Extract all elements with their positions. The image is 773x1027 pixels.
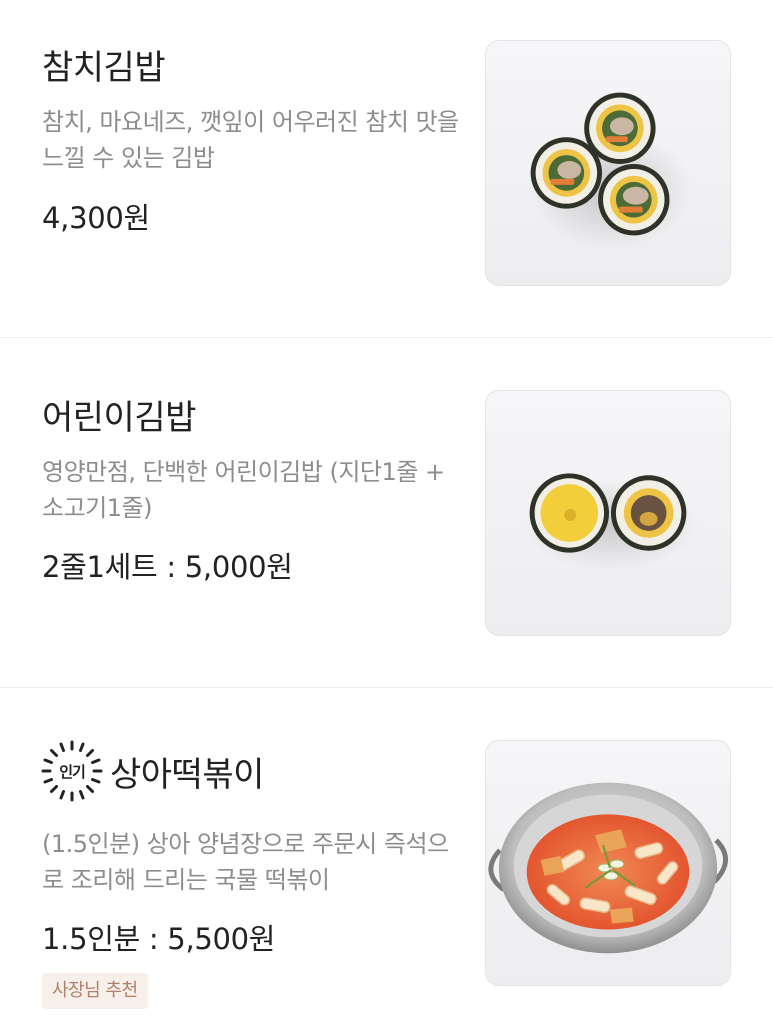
- beef-kimbap-slice: [610, 475, 687, 551]
- menu-item-price: 4,300원: [42, 201, 150, 235]
- menu-item-name: 참치김밥: [42, 48, 166, 88]
- tteokbokki-photo: [485, 740, 731, 986]
- menu-item-name: 어린이김밥: [42, 398, 196, 438]
- menu-item-kids-kimbap[interactable]: 어린이김밥 영양만점, 단백한 어린이김밥 (지단1줄 + 소고기1줄) 2줄1…: [0, 338, 773, 687]
- menu-item-name: 인기 상아떡볶이: [40, 739, 264, 803]
- kids-kimbap-photo: [485, 390, 731, 636]
- menu-item-description: 영양만점, 단백한 어린이김밥 (지단1줄 + 소고기1줄): [42, 458, 445, 522]
- menu-item-tteokbokki[interactable]: 인기 상아떡볶이 (1.5인분) 상아 양념장으로 주문시 즉석으로 조리해 드…: [0, 688, 773, 1027]
- popular-badge-label: 인기: [59, 762, 86, 781]
- kimbap-slice-2: [530, 137, 603, 209]
- menu-item-tuna-kimbap[interactable]: 참치김밥 참치, 마요네즈, 깻잎이 어우러진 참치 맛을 느낄 수 있는 김밥…: [0, 0, 773, 337]
- menu-item-description: (1.5인분) 상아 양념장으로 주문시 즉석으로 조리해 드리는 국물 떡볶이: [42, 830, 449, 894]
- owner-recommend-tag: 사장님 추천: [42, 973, 148, 1009]
- menu-item-price: 1.5인분 : 5,500원: [42, 922, 276, 956]
- menu-list: 참치김밥 참치, 마요네즈, 깻잎이 어우러진 참치 맛을 느낄 수 있는 김밥…: [0, 0, 773, 1027]
- popular-badge: 인기: [40, 739, 104, 803]
- menu-item-description: 참치, 마요네즈, 깻잎이 어우러진 참치 맛을 느낄 수 있는 김밥: [42, 108, 459, 172]
- egg-kimbap-slice: [529, 473, 609, 553]
- tuna-kimbap-photo: [485, 40, 731, 286]
- menu-item-name-text: 상아떡볶이: [110, 754, 264, 795]
- menu-item-price: 2줄1세트 : 5,000원: [42, 550, 293, 584]
- kimbap-slice-3: [598, 163, 670, 236]
